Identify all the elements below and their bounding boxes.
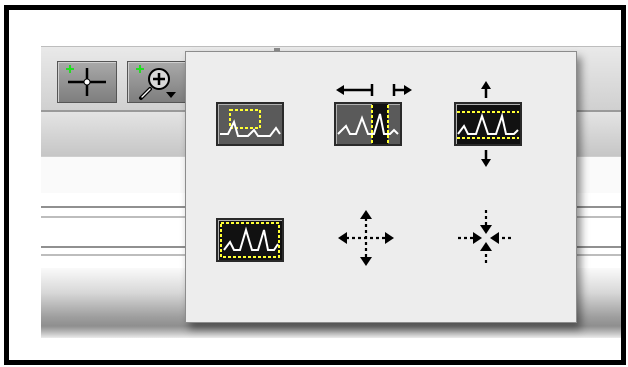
zoom-box-thumbnail (216, 102, 284, 146)
zoom-horizontal-option[interactable] (334, 84, 424, 172)
bottom-fade (41, 326, 621, 340)
screenshot-frame (4, 5, 626, 365)
crosshair-cursor-icon (66, 65, 106, 96)
zoom-vertical-icon (457, 111, 519, 139)
zoom-horizontal-thumbnail (334, 102, 402, 146)
zoom-box-icon (220, 109, 281, 137)
zoom-box-option[interactable] (216, 102, 306, 172)
zoom-in-all-directions-icon (458, 210, 514, 266)
zoom-horizontal-icon (337, 104, 399, 144)
up-arrow-icon (481, 81, 491, 98)
zoom-out-option[interactable] (336, 208, 426, 278)
down-arrow-icon (481, 150, 491, 167)
zoom-tool-button[interactable] (127, 61, 187, 103)
zoom-vertical-option[interactable] (454, 81, 544, 172)
zoom-fit-option[interactable] (216, 218, 306, 288)
zoom-magnifier-icon (136, 65, 176, 100)
zoom-out-all-directions-icon (338, 210, 394, 266)
horizontal-arrows-icon (336, 84, 412, 96)
zoom-options-popup (185, 51, 577, 323)
zoom-fit-icon (220, 222, 280, 258)
zoom-vertical-thumbnail (454, 102, 522, 146)
crosshair-button[interactable] (57, 61, 117, 103)
zoom-in-option[interactable] (456, 208, 546, 278)
zoom-fit-thumbnail (216, 218, 284, 262)
